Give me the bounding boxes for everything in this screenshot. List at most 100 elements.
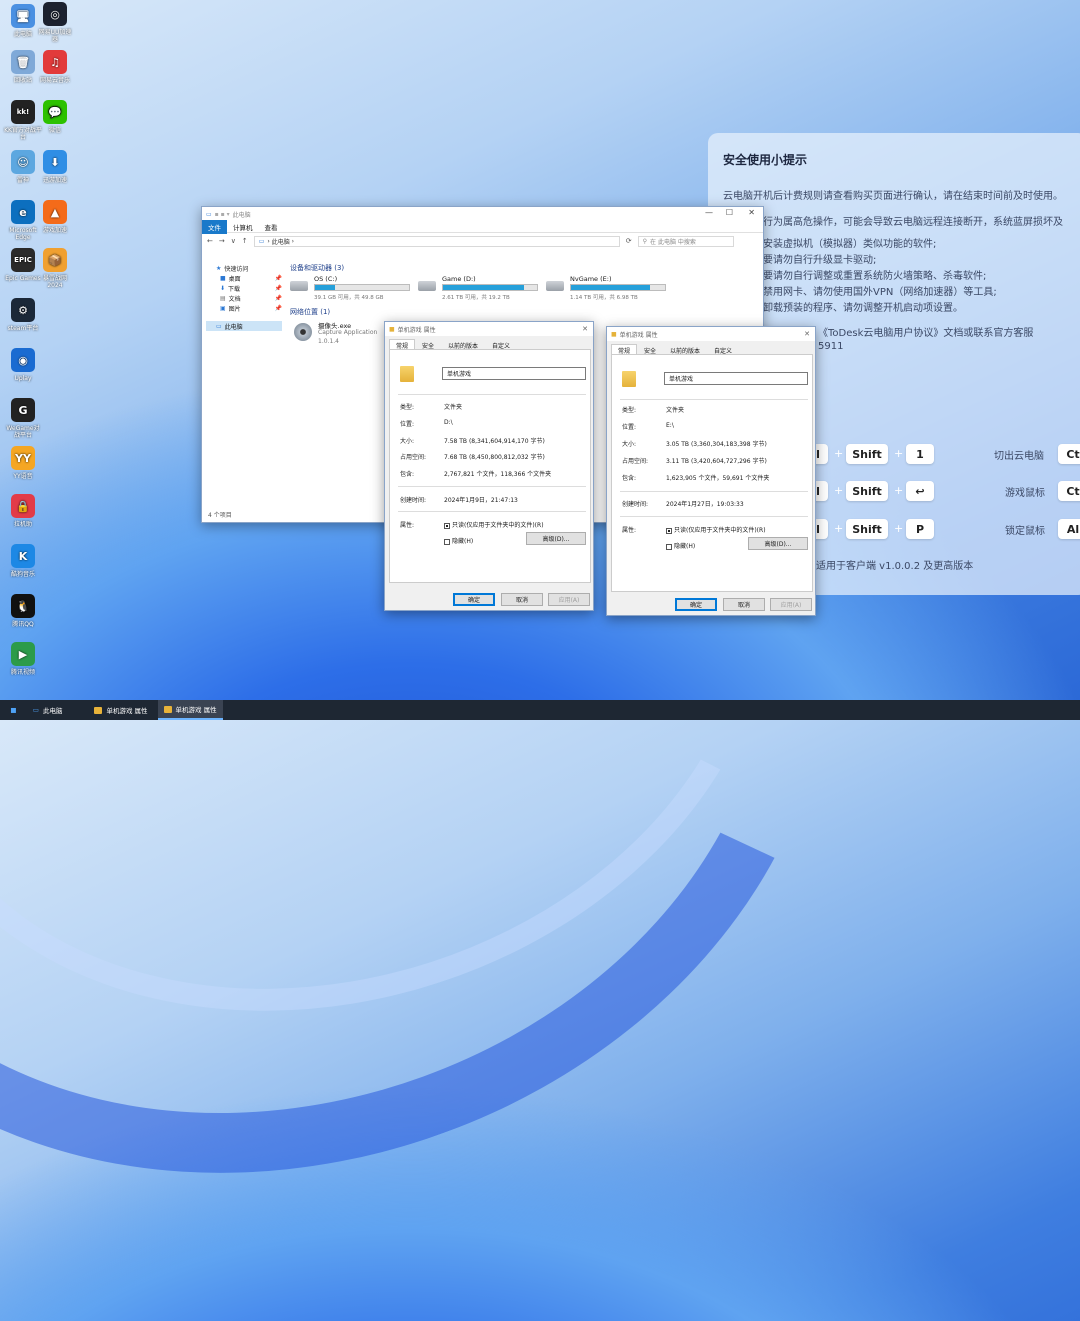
section-network[interactable]: 网络位置 (1) bbox=[290, 307, 330, 317]
desktop-icon[interactable]: ⬇ 迅游加速 bbox=[36, 150, 74, 184]
taskbar-item-properties-2[interactable]: 单机游戏 属性 bbox=[157, 700, 223, 720]
search-input[interactable]: ⚲ 在 此电脑 中搜索 bbox=[637, 235, 734, 247]
drive-item[interactable]: OS (C:) 39.1 GB 可用，共 49.8 GB bbox=[290, 275, 410, 301]
folder-name-input[interactable]: 单机游戏 bbox=[664, 372, 808, 385]
hidden-label: 隐藏(H) bbox=[452, 538, 474, 545]
size-value: 3.05 TB (3,360,304,183,398 字节) bbox=[666, 441, 767, 448]
taskbar: ▪ ▭ 此电脑 单机游戏 属性 单机游戏 属性 bbox=[0, 700, 1080, 720]
back-icon[interactable]: ← bbox=[207, 237, 213, 245]
cancel-button[interactable]: 取消 bbox=[723, 598, 765, 611]
address-bar[interactable]: ▭ › 此电脑 › bbox=[253, 235, 620, 247]
desktop-icon[interactable]: ▶ 腾讯视频 bbox=[4, 642, 42, 676]
nav-desktop[interactable]: ■ 桌面 📌 bbox=[206, 273, 282, 283]
path-segment[interactable]: 此电脑 bbox=[272, 237, 290, 246]
readonly-checkbox[interactable]: 只读(仅应用于文件夹中的文件)(R) bbox=[666, 525, 766, 534]
drive-item[interactable]: Game (D:) 2.61 TB 可用，共 19.2 TB bbox=[418, 275, 538, 301]
folder-icon bbox=[622, 371, 636, 387]
pin-icon: 📌 bbox=[274, 284, 282, 292]
hotkey-label: 锁定鼠标 bbox=[1005, 526, 1045, 537]
tab-previous-versions[interactable]: 以前的版本 bbox=[663, 344, 707, 355]
desktop-icon[interactable]: G WeGame对战平台 bbox=[4, 398, 42, 439]
qat-icons[interactable]: ▪ ▪ ▾ bbox=[215, 211, 230, 218]
tab-view[interactable]: 查看 bbox=[259, 220, 284, 234]
disk-size-value: 7.68 TB (8,450,800,812,032 字节) bbox=[444, 454, 545, 461]
folder-name-input[interactable]: 单机游戏 bbox=[442, 367, 586, 380]
desktop-icon-label: Uplay bbox=[14, 375, 32, 382]
drive-item[interactable]: NvGame (E:) 1.14 TB 可用，共 6.98 TB bbox=[546, 275, 666, 301]
disk-size-label: 占用空间: bbox=[400, 454, 427, 461]
nav-quick-access[interactable]: ★ 快速访问 bbox=[206, 263, 282, 273]
nav-documents[interactable]: ▤ 文档 📌 bbox=[206, 293, 282, 303]
drive-usage-fill bbox=[571, 285, 650, 290]
advanced-button[interactable]: 高级(D)... bbox=[748, 537, 808, 550]
readonly-label: 只读(仅应用于文件夹中的文件)(R) bbox=[674, 527, 766, 534]
nav-downloads[interactable]: ⬇ 下载 📌 bbox=[206, 283, 282, 293]
forward-icon[interactable]: → bbox=[219, 237, 225, 245]
apply-button[interactable]: 应用(A) bbox=[548, 593, 590, 606]
hidden-label: 隐藏(H) bbox=[674, 543, 696, 550]
tab-customize[interactable]: 自定义 bbox=[485, 339, 517, 350]
desktop-icon[interactable]: ◎ 网易UU加速器 bbox=[36, 2, 74, 43]
apply-button[interactable]: 应用(A) bbox=[770, 598, 812, 611]
close-icon[interactable]: ✕ bbox=[804, 330, 810, 338]
taskbar-item-properties-1[interactable]: 单机游戏 属性 bbox=[88, 700, 153, 720]
folder-icon: ■ bbox=[389, 325, 395, 333]
tab-security[interactable]: 安全 bbox=[637, 344, 663, 355]
readonly-checkbox[interactable]: 只读(仅应用于文件夹中的文件)(R) bbox=[444, 520, 544, 529]
desktop-icon[interactable]: 🔒 拉机助 bbox=[4, 494, 42, 528]
desktop-icon-label: steam平台 bbox=[7, 325, 39, 332]
desktop-icon[interactable]: 🐧 腾讯QQ bbox=[4, 594, 42, 628]
recent-icon[interactable]: ∨ bbox=[231, 237, 236, 245]
divider bbox=[620, 516, 808, 517]
desktop-icon[interactable]: 📦 暴雪战网 2024 bbox=[36, 248, 74, 289]
desktop-icon[interactable]: K 酷狗音乐 bbox=[4, 544, 42, 578]
tab-general[interactable]: 常规 bbox=[611, 344, 638, 355]
up-icon[interactable]: ↑ bbox=[242, 237, 248, 245]
tab-general[interactable]: 常规 bbox=[389, 339, 416, 350]
close-button[interactable]: ✕ bbox=[748, 208, 755, 217]
tip-line: 《ToDesk云电脑用户协议》文档或联系官方客服 bbox=[818, 328, 1034, 339]
ok-button[interactable]: 确定 bbox=[453, 593, 495, 606]
hidden-checkbox[interactable]: 隐藏(H) bbox=[666, 541, 695, 550]
desktop-icon[interactable]: ◉ Uplay bbox=[4, 348, 42, 382]
hidden-checkbox[interactable]: 隐藏(H) bbox=[444, 536, 473, 545]
divider bbox=[398, 511, 586, 512]
nav-label: 桌面 bbox=[228, 275, 241, 283]
explorer-titlebar: ▭ ▪ ▪ ▾ 此电脑 bbox=[202, 207, 763, 221]
maximize-button[interactable]: ☐ bbox=[726, 208, 733, 217]
desktop-icon[interactable]: ▲ 游戏加速 bbox=[36, 200, 74, 234]
advanced-button[interactable]: 高级(D)... bbox=[526, 532, 586, 545]
netease-music-icon: ♫ bbox=[43, 50, 67, 74]
ok-button[interactable]: 确定 bbox=[675, 598, 717, 611]
tip-line: 禁用网卡、请勿使用国外VPN（网络加速器）等工具; bbox=[763, 287, 997, 298]
cancel-button[interactable]: 取消 bbox=[501, 593, 543, 606]
tab-security[interactable]: 安全 bbox=[415, 339, 441, 350]
nav-this-pc[interactable]: ▭ 此电脑 bbox=[206, 321, 282, 331]
tab-computer[interactable]: 计算机 bbox=[227, 220, 259, 234]
ribbon-tabs: 文件 计算机 查看 bbox=[202, 219, 763, 234]
contains-label: 包含: bbox=[622, 475, 637, 482]
taskbar-label: 单机游戏 属性 bbox=[175, 706, 217, 714]
tab-file[interactable]: 文件 bbox=[202, 219, 227, 234]
desktop-icon-label: YY语音 bbox=[13, 473, 33, 480]
hotkey-label: 游戏鼠标 bbox=[1005, 488, 1045, 499]
desktop-icon[interactable]: ♫ 网易云音乐 bbox=[36, 50, 74, 84]
recycle-bin-icon: 🗑 bbox=[11, 50, 35, 74]
computer-icon: 🖥 bbox=[11, 4, 35, 28]
tab-customize[interactable]: 自定义 bbox=[707, 344, 739, 355]
network-item[interactable]: 摄像头.exe Capture Application 1.0.1.4 bbox=[294, 320, 384, 350]
desktop-icon[interactable]: ⚙ steam平台 bbox=[4, 298, 42, 332]
refresh-icon[interactable]: ⟳ bbox=[626, 237, 632, 245]
desktop-icon[interactable]: YY YY语音 bbox=[4, 446, 42, 480]
desktop-folder-icon: ■ bbox=[220, 274, 226, 282]
tab-previous-versions[interactable]: 以前的版本 bbox=[441, 339, 485, 350]
disk-size-label: 占用空间: bbox=[622, 458, 649, 465]
minimize-button[interactable]: — bbox=[705, 208, 713, 217]
close-icon[interactable]: ✕ bbox=[582, 325, 588, 333]
start-button[interactable]: ▪ bbox=[0, 700, 27, 720]
nav-pictures[interactable]: ▣ 图片 📌 bbox=[206, 303, 282, 313]
section-drives[interactable]: 设备和驱动器 (3) bbox=[290, 263, 344, 273]
taskbar-item-explorer[interactable]: ▭ 此电脑 bbox=[27, 700, 69, 720]
contains-value: 2,767,821 个文件，118,366 个文件夹 bbox=[444, 471, 552, 478]
desktop-icon[interactable]: 💬 微信 bbox=[36, 100, 74, 134]
